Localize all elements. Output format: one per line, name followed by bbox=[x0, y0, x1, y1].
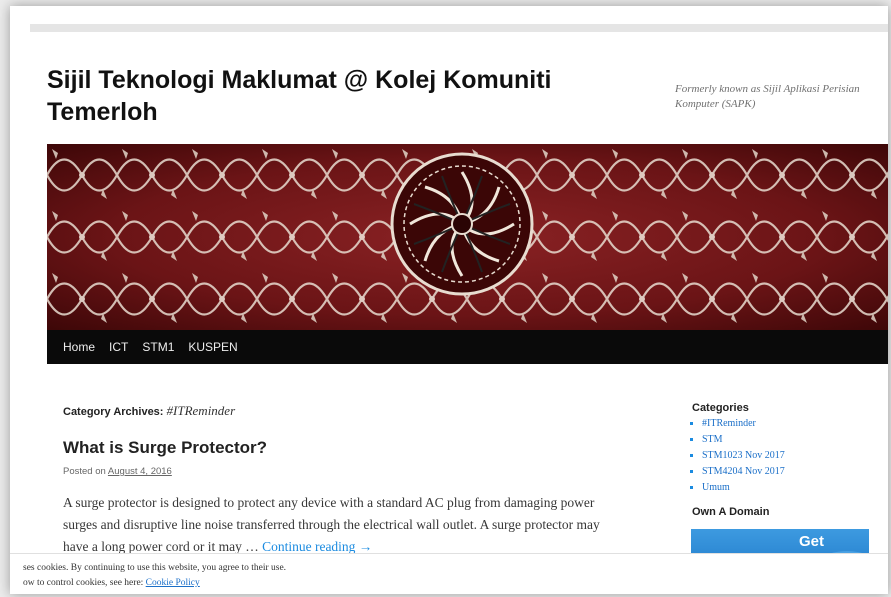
cookie-notice-prefix: ow to control cookies, see here: bbox=[23, 578, 144, 588]
posted-on-label: Posted on bbox=[63, 466, 106, 477]
nav-item-home[interactable]: Home bbox=[63, 340, 95, 354]
post-excerpt: A surge protector is designed to protect… bbox=[63, 492, 623, 558]
archive-label: Category Archives: bbox=[63, 406, 164, 418]
nav-item-stm1[interactable]: STM1 bbox=[142, 340, 174, 354]
category-link-stm4204[interactable]: STM4204 Nov 2017 bbox=[702, 466, 785, 477]
site-description: Formerly known as Sijil Aplikasi Perisia… bbox=[675, 83, 860, 110]
category-link-stm1023[interactable]: STM1023 Nov 2017 bbox=[702, 450, 785, 461]
top-divider bbox=[30, 24, 888, 32]
categories-list: #ITReminder STM STM1023 Nov 2017 STM4204… bbox=[692, 416, 882, 496]
domain-widget-title: Own A Domain bbox=[692, 506, 770, 518]
category-item: Umum bbox=[702, 480, 882, 496]
post-title[interactable]: What is Surge Protector? bbox=[63, 438, 267, 458]
cookie-notice-line2: ow to control cookies, see here: Cookie … bbox=[23, 576, 200, 591]
category-link-itreminder[interactable]: #ITReminder bbox=[702, 418, 756, 429]
category-item: STM4204 Nov 2017 bbox=[702, 464, 882, 480]
category-archive-heading: Category Archives: #ITReminder bbox=[63, 403, 235, 419]
cookie-policy-link[interactable]: Cookie Policy bbox=[146, 578, 200, 588]
post-date-link[interactable]: August 4, 2016 bbox=[108, 466, 172, 477]
sidebar: Categories #ITReminder STM STM1023 Nov 2… bbox=[692, 402, 882, 520]
site-title[interactable]: Sijil Teknologi Maklumat @ Kolej Komunit… bbox=[47, 64, 647, 128]
cookie-notice-bar: ses cookies. By continuing to use this w… bbox=[10, 553, 888, 594]
browser-page: Sijil Teknologi Maklumat @ Kolej Komunit… bbox=[10, 6, 888, 594]
category-link-umum[interactable]: Umum bbox=[702, 482, 730, 493]
category-item: #ITReminder bbox=[702, 416, 882, 432]
categories-widget-title: Categories bbox=[692, 402, 749, 414]
category-item: STM1023 Nov 2017 bbox=[702, 448, 882, 464]
get-domain-button[interactable]: Get bbox=[799, 533, 824, 550]
post-meta: Posted on August 4, 2016 bbox=[63, 466, 172, 477]
archive-category: #ITReminder bbox=[166, 403, 236, 418]
nav-item-kuspen[interactable]: KUSPEN bbox=[188, 340, 237, 354]
nav-item-ict[interactable]: ICT bbox=[109, 340, 128, 354]
category-link-stm[interactable]: STM bbox=[702, 434, 723, 445]
continue-reading-link[interactable]: Continue reading → bbox=[262, 539, 372, 554]
cookie-notice-text: ses cookies. By continuing to use this w… bbox=[23, 563, 287, 573]
header-banner-image bbox=[47, 144, 888, 330]
main-navigation: Home ICT STM1 KUSPEN bbox=[47, 330, 888, 364]
category-item: STM bbox=[702, 432, 882, 448]
